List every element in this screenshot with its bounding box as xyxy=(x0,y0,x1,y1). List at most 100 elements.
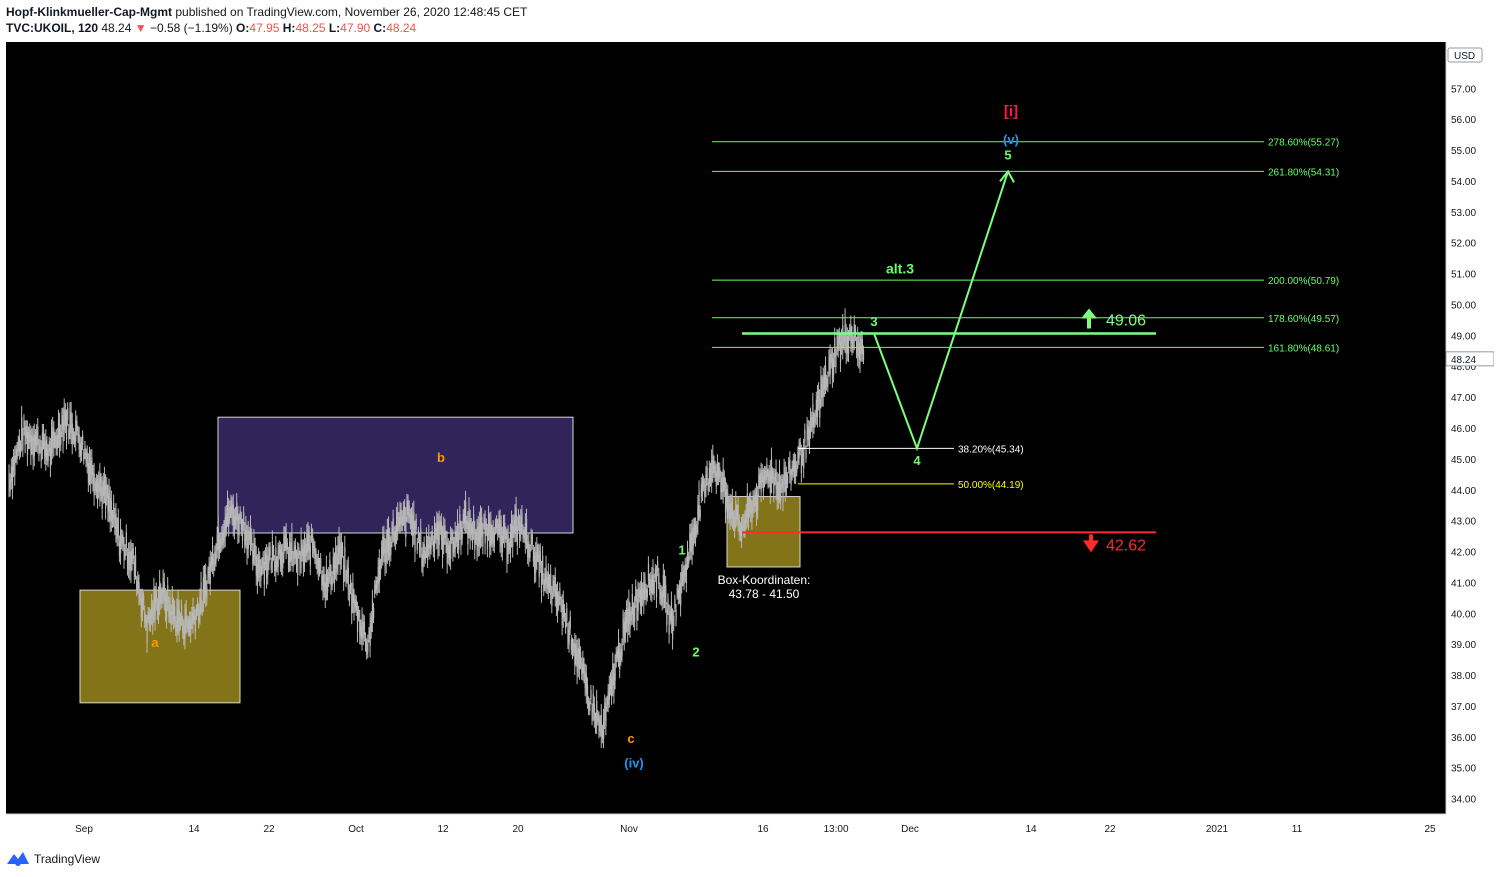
candle-body xyxy=(369,623,371,647)
candle-body xyxy=(559,588,561,600)
candle-body xyxy=(97,483,99,501)
candle-body xyxy=(473,514,475,532)
candle-body xyxy=(619,651,621,670)
candle-body xyxy=(363,621,366,635)
candle-body xyxy=(737,505,739,523)
candle-body xyxy=(430,537,432,549)
tradingview-logo-icon[interactable] xyxy=(6,850,30,866)
time-tick-label: Dec xyxy=(901,824,919,835)
candle-body xyxy=(331,575,333,586)
candle-body xyxy=(843,336,845,346)
candle-body xyxy=(376,581,378,591)
candle-body xyxy=(848,337,850,354)
candle-body xyxy=(229,506,231,518)
candle-body xyxy=(665,585,667,604)
candle-body xyxy=(253,538,255,557)
publisher-name[interactable]: Hopf-Klinkmueller-Cap-Mgmt xyxy=(6,5,172,19)
candle-body xyxy=(752,497,754,511)
candle-body xyxy=(584,671,586,689)
candle-body xyxy=(480,516,482,538)
candle-body xyxy=(532,550,535,562)
candle-body xyxy=(347,567,349,590)
candle-body xyxy=(141,596,144,614)
candle-body xyxy=(116,524,118,540)
candle-body xyxy=(323,574,325,590)
wave-label: 2 xyxy=(692,645,699,660)
candle-body xyxy=(264,553,267,565)
candle-body xyxy=(71,423,73,444)
candle-body xyxy=(628,600,630,624)
candle-body xyxy=(566,608,568,621)
candle-body xyxy=(76,420,78,431)
candle-body xyxy=(716,462,719,478)
brand-label[interactable]: TradingView xyxy=(34,852,100,866)
candle-body xyxy=(110,500,113,522)
candle-body xyxy=(470,523,472,535)
candle-body xyxy=(726,489,728,503)
candle-body xyxy=(454,530,456,549)
candle-body xyxy=(22,435,24,450)
candle-body xyxy=(485,522,487,532)
candle-body xyxy=(129,551,131,571)
candle-body xyxy=(186,619,188,629)
candle-body xyxy=(845,334,847,354)
candle-body xyxy=(764,471,766,483)
price-tick-label: 51.00 xyxy=(1451,270,1476,281)
candle-body xyxy=(23,419,25,431)
candle-body xyxy=(332,556,334,575)
candle-body xyxy=(228,507,230,527)
candle-body xyxy=(109,497,111,521)
candle-body xyxy=(697,504,699,525)
candle-body xyxy=(585,674,587,694)
candle-body xyxy=(608,683,610,700)
candle-body xyxy=(733,515,735,526)
candle-body xyxy=(830,353,832,364)
fib-label: 38.20%(45.34) xyxy=(958,444,1024,455)
candle-body xyxy=(181,606,183,620)
candle-body xyxy=(524,523,527,544)
candle-body xyxy=(552,580,554,593)
candle-body xyxy=(145,618,147,627)
candle-body xyxy=(682,567,684,581)
symbol-name[interactable]: TVC:UKOIL, 120 xyxy=(6,21,98,35)
candle-body xyxy=(278,545,280,555)
candle-body xyxy=(563,608,566,618)
candle-body xyxy=(457,520,459,543)
candle-body xyxy=(21,417,23,440)
candle-body xyxy=(406,500,408,515)
fib-label: 278.60%(55.27) xyxy=(1268,138,1339,149)
candle-body xyxy=(86,452,88,467)
wave-label: (iv) xyxy=(624,756,644,771)
candle-body xyxy=(204,574,206,594)
candle-body xyxy=(55,435,57,449)
candle-body xyxy=(291,533,293,556)
candle-body xyxy=(621,644,623,657)
candle-body xyxy=(205,574,207,597)
candle-body xyxy=(399,509,401,525)
candle-body xyxy=(193,610,195,621)
time-tick-label: Sep xyxy=(75,824,93,835)
candle-body xyxy=(818,389,820,404)
candle-body xyxy=(722,469,724,493)
candle-body xyxy=(728,504,730,518)
candle-body xyxy=(324,582,326,600)
candle-body xyxy=(233,516,236,532)
candle-body xyxy=(799,442,801,451)
candle-body xyxy=(729,502,731,521)
candle-body xyxy=(626,608,628,625)
candle-body xyxy=(167,585,169,603)
candle-body xyxy=(212,545,214,565)
time-tick-label: Oct xyxy=(348,824,364,835)
candle-body xyxy=(194,616,196,632)
candle-body xyxy=(260,566,262,581)
candle-body xyxy=(710,468,712,481)
wave-label: [i] xyxy=(1004,103,1018,120)
candle-body xyxy=(259,560,261,578)
candle-body xyxy=(751,507,753,523)
candle-body xyxy=(138,582,140,598)
candle-body xyxy=(544,573,546,586)
candle-body xyxy=(796,464,798,473)
candle-body xyxy=(352,582,354,604)
candle-body xyxy=(78,434,80,450)
price-chart[interactable]: 278.60%(55.27) 261.80%(54.31) 200.00%(50.7… xyxy=(6,42,1494,842)
